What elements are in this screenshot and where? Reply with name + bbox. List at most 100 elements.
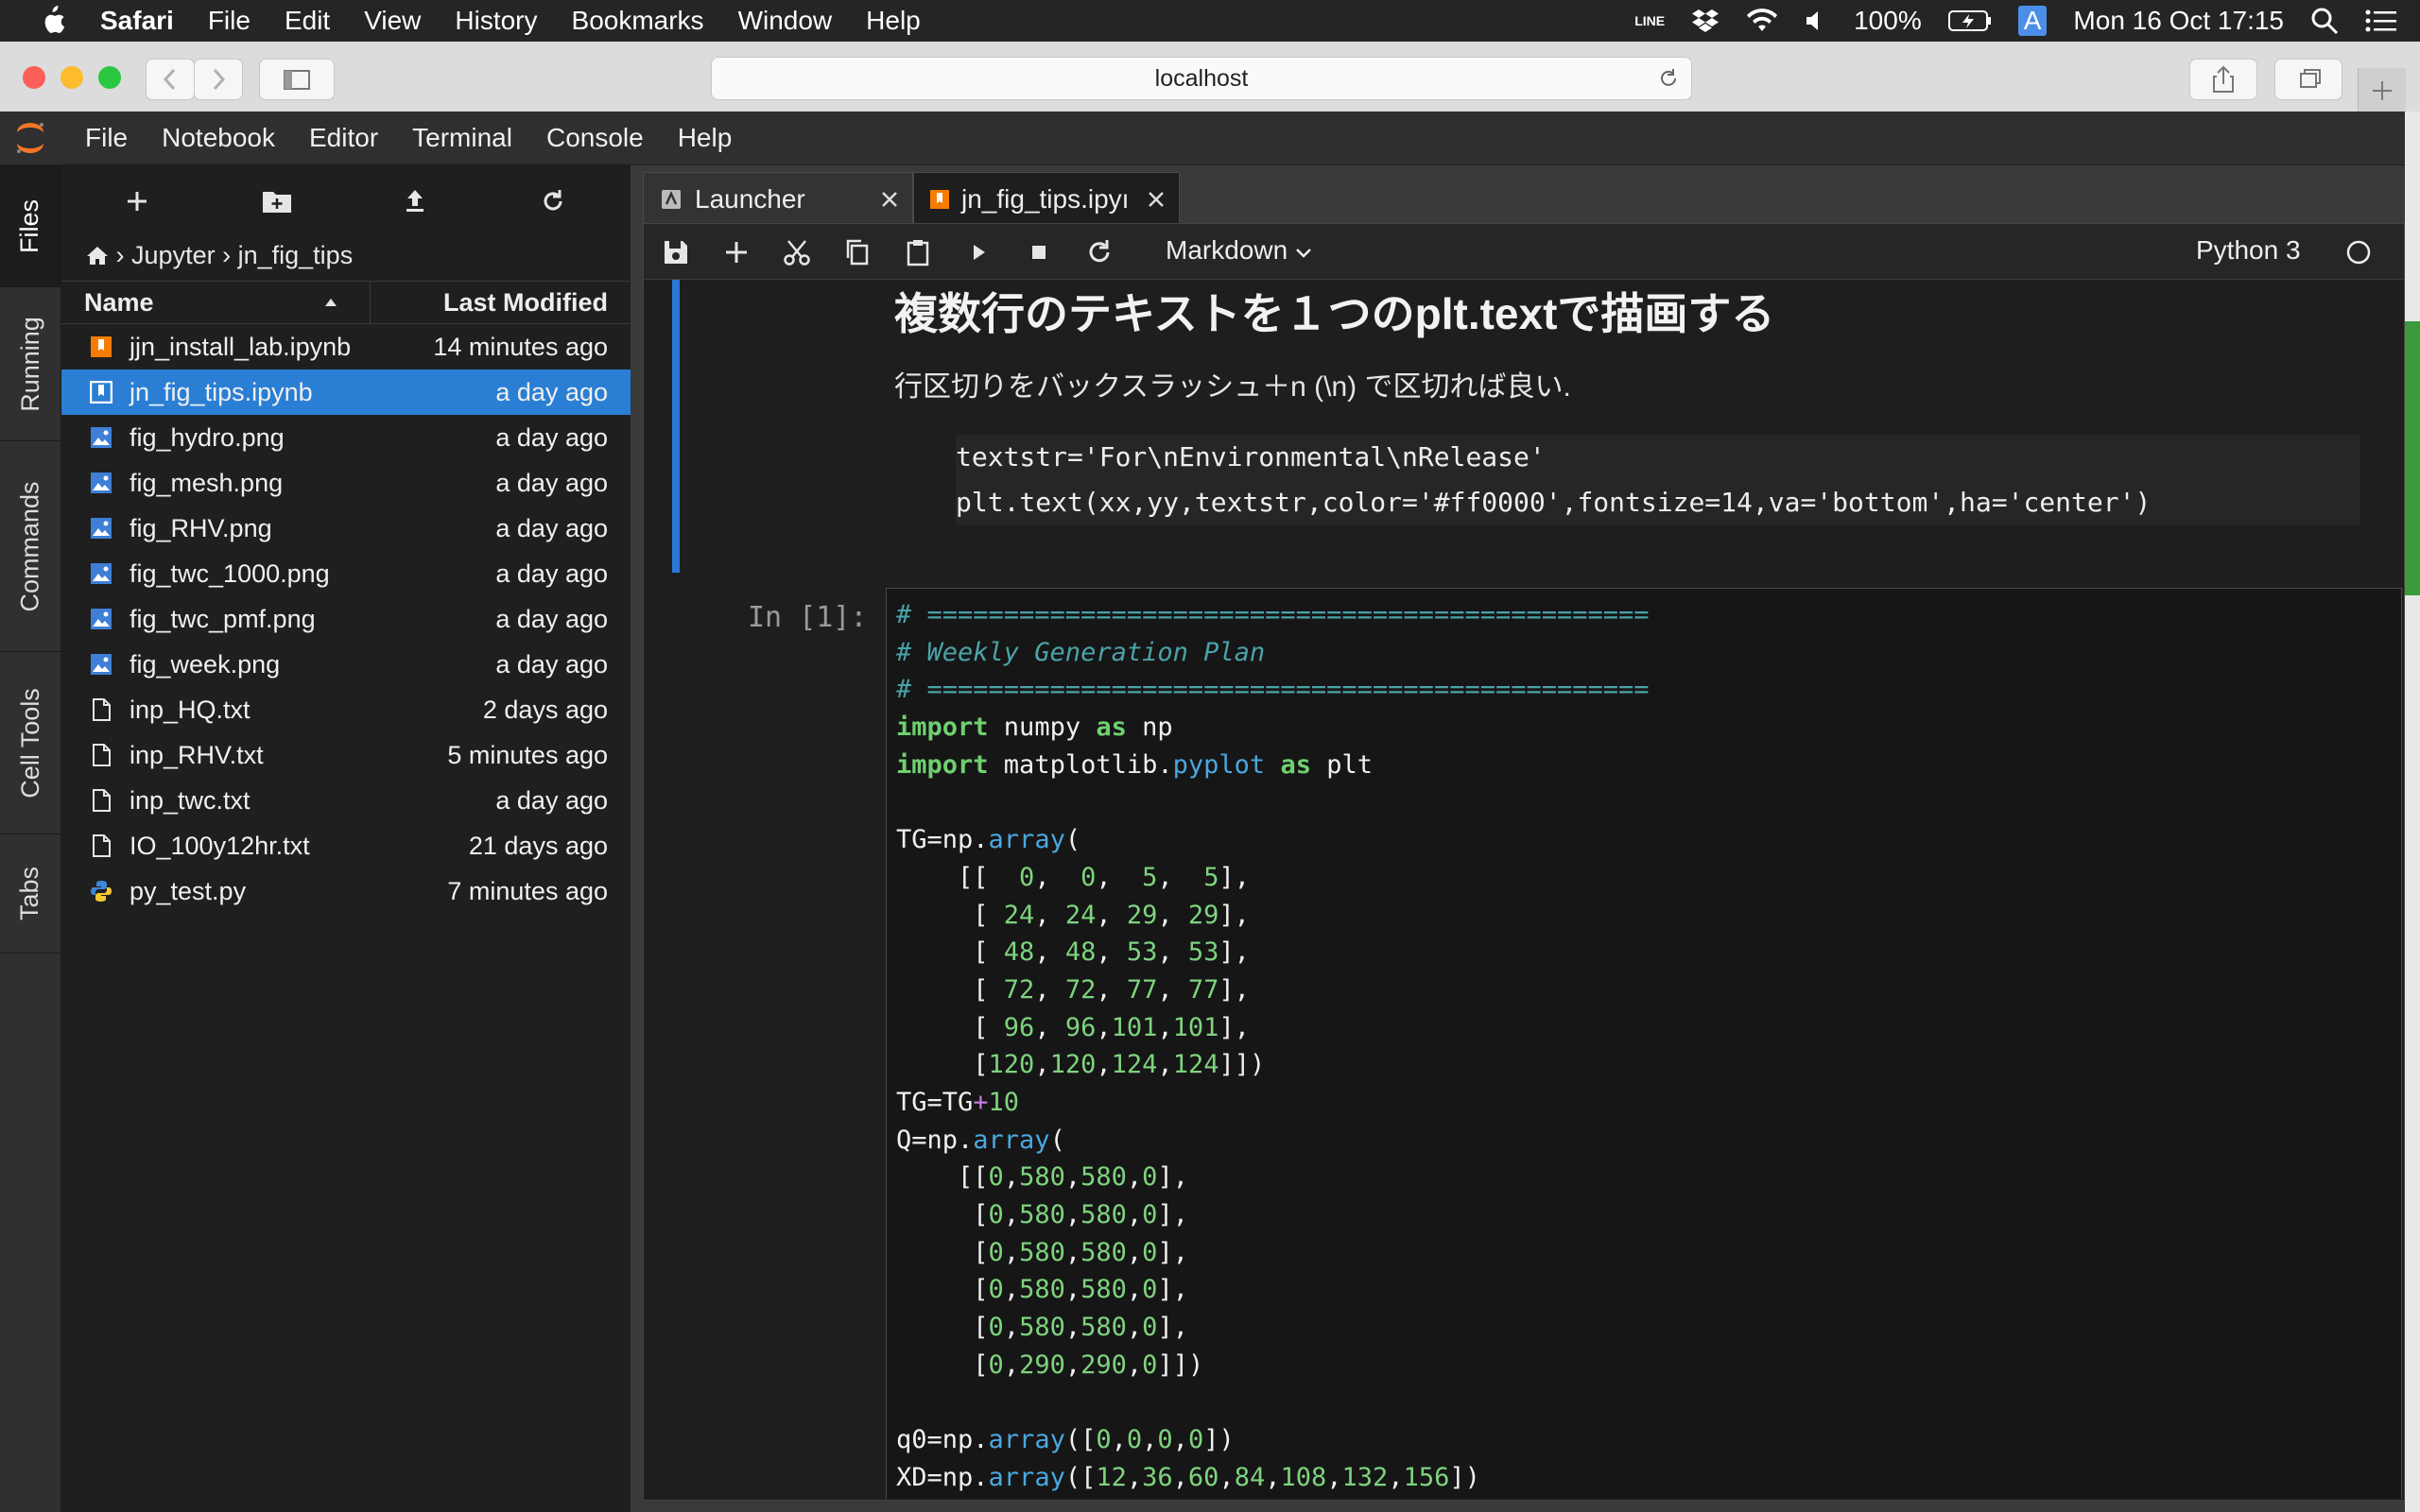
jl-menu-help[interactable]: Help	[678, 123, 733, 153]
menu-safari[interactable]: Safari	[100, 6, 174, 36]
address-bar[interactable]: localhost	[711, 57, 1692, 100]
cut-cell-button[interactable]	[782, 237, 812, 267]
new-folder-button[interactable]	[258, 182, 296, 220]
menu-file[interactable]: File	[208, 6, 251, 36]
reload-icon[interactable]	[1657, 67, 1680, 90]
sort-ascending-icon[interactable]	[324, 298, 337, 307]
image-file-icon	[90, 517, 112, 540]
markdown-code-line: plt.text(xx,yy,textstr,color='#ff0000',f…	[956, 487, 2152, 518]
home-icon[interactable]	[86, 245, 109, 266]
wifi-icon[interactable]	[1746, 9, 1778, 33]
interrupt-kernel-button[interactable]	[1024, 237, 1054, 267]
cell-type-select[interactable]: Markdown	[1166, 235, 1312, 266]
scissors-icon	[784, 240, 810, 266]
save-button[interactable]	[661, 237, 691, 267]
file-row[interactable]: fig_twc_pmf.png a day ago	[61, 596, 631, 642]
tab-cell-tools-label: Cell Tools	[15, 687, 44, 799]
jl-menu-file[interactable]: File	[85, 123, 128, 153]
input-source-icon[interactable]: A	[2017, 6, 2048, 36]
file-name: fig_week.png	[130, 650, 281, 679]
file-row[interactable]: jn_fig_tips.ipynb a day ago	[61, 369, 631, 415]
file-row[interactable]: jjn_install_lab.ipynb 14 minutes ago	[61, 324, 631, 369]
file-row[interactable]: fig_week.png a day ago	[61, 642, 631, 687]
refresh-button[interactable]	[534, 182, 572, 220]
active-cell-indicator	[672, 280, 680, 573]
jl-menu-terminal[interactable]: Terminal	[412, 123, 512, 153]
show-tabs-button[interactable]	[2274, 59, 2342, 100]
tab-running-label: Running	[15, 316, 44, 412]
close-window-button[interactable]	[23, 66, 45, 89]
file-row[interactable]: fig_RHV.png a day ago	[61, 506, 631, 551]
jl-menu-editor[interactable]: Editor	[309, 123, 378, 153]
code-line: import numpy as np	[896, 713, 1173, 743]
dropbox-icon[interactable]	[1691, 8, 1720, 34]
file-row[interactable]: fig_mesh.png a day ago	[61, 460, 631, 506]
run-cell-button[interactable]	[963, 237, 994, 267]
file-row[interactable]: inp_RHV.txt 5 minutes ago	[61, 732, 631, 778]
menu-history[interactable]: History	[455, 6, 537, 36]
tab-notebook-jn-fig-tips[interactable]: jn_fig_tips.ipyı	[913, 172, 1180, 224]
close-icon[interactable]	[1147, 190, 1166, 209]
jl-menu-notebook[interactable]: Notebook	[162, 123, 275, 153]
file-last-modified: 21 days ago	[468, 832, 608, 860]
code-line: TG=np.array(	[896, 825, 1081, 855]
battery-icon[interactable]	[1947, 9, 1992, 32]
back-button[interactable]	[146, 59, 195, 100]
tab-commands[interactable]: Commands	[0, 441, 60, 652]
copy-cell-button[interactable]	[842, 237, 873, 267]
forward-button[interactable]	[194, 59, 243, 100]
code-line: Q=np.array(	[896, 1125, 1065, 1155]
restart-kernel-button[interactable]	[1084, 237, 1115, 267]
file-last-modified: a day ago	[495, 469, 608, 497]
column-name[interactable]: Name	[84, 288, 154, 318]
file-row[interactable]: fig_hydro.png a day ago	[61, 415, 631, 460]
file-row[interactable]: IO_100y12hr.txt 21 days ago	[61, 823, 631, 868]
new-tab-button[interactable]	[2358, 68, 2406, 112]
insert-cell-button[interactable]	[721, 237, 752, 267]
tab-cell-tools[interactable]: Cell Tools	[0, 652, 60, 834]
breadcrumb-folder[interactable]: jn_fig_tips	[238, 241, 354, 269]
volume-icon[interactable]	[1805, 9, 1827, 33]
notebook-panel: Markdown Python 3 複数行のテキストを１つのplt.textで描…	[643, 223, 2405, 1501]
spotlight-search-icon[interactable]	[2310, 7, 2339, 35]
menu-help[interactable]: Help	[866, 6, 921, 36]
notification-center-icon[interactable]	[2365, 9, 2397, 33]
line-status-icon[interactable]: LINE	[1634, 13, 1665, 28]
code-line: [0,290,290,0]])	[896, 1349, 1204, 1380]
page-scrollbar-thumb[interactable]	[2405, 321, 2420, 595]
clock[interactable]: Mon 16 Oct 17:15	[2073, 6, 2284, 36]
upload-button[interactable]	[396, 182, 434, 220]
file-list-header: Name Last Modified	[61, 281, 631, 324]
minimize-window-button[interactable]	[60, 66, 83, 89]
menu-view[interactable]: View	[364, 6, 421, 36]
close-icon[interactable]	[880, 190, 899, 209]
file-row[interactable]: inp_HQ.txt 2 days ago	[61, 687, 631, 732]
file-row[interactable]: py_test.py 7 minutes ago	[61, 868, 631, 914]
notebook-toolbar: Markdown Python 3	[644, 224, 2404, 280]
file-row[interactable]: fig_twc_1000.png a day ago	[61, 551, 631, 596]
column-last-modified[interactable]: Last Modified	[443, 288, 608, 318]
menu-window[interactable]: Window	[738, 6, 833, 36]
breadcrumb-separator: ›	[222, 241, 232, 269]
share-button[interactable]	[2189, 59, 2257, 100]
code-cell-editor[interactable]: # ======================================…	[886, 588, 2402, 1499]
file-last-modified: a day ago	[495, 605, 608, 633]
jl-menu-console[interactable]: Console	[546, 123, 644, 153]
menu-edit[interactable]: Edit	[285, 6, 330, 36]
menu-bookmarks[interactable]: Bookmarks	[572, 6, 704, 36]
tab-files[interactable]: Files	[0, 165, 60, 287]
new-launcher-button[interactable]	[118, 182, 156, 220]
paste-cell-button[interactable]	[903, 237, 933, 267]
code-line: TG=TG+10	[896, 1087, 1020, 1117]
apple-icon[interactable]	[38, 5, 66, 37]
tab-running[interactable]: Running	[0, 287, 60, 441]
kernel-name[interactable]: Python 3	[2196, 235, 2301, 266]
tab-tabs[interactable]: Tabs	[0, 834, 60, 954]
zoom-window-button[interactable]	[98, 66, 121, 89]
left-sidebar-tabs: Files Running Commands Cell Tools Tabs	[0, 165, 61, 1512]
breadcrumb-root[interactable]: Jupyter	[131, 241, 216, 269]
sidebar-toggle-button[interactable]	[259, 59, 335, 100]
tab-launcher[interactable]: Launcher	[643, 172, 913, 225]
file-row[interactable]: inp_twc.txt a day ago	[61, 778, 631, 823]
